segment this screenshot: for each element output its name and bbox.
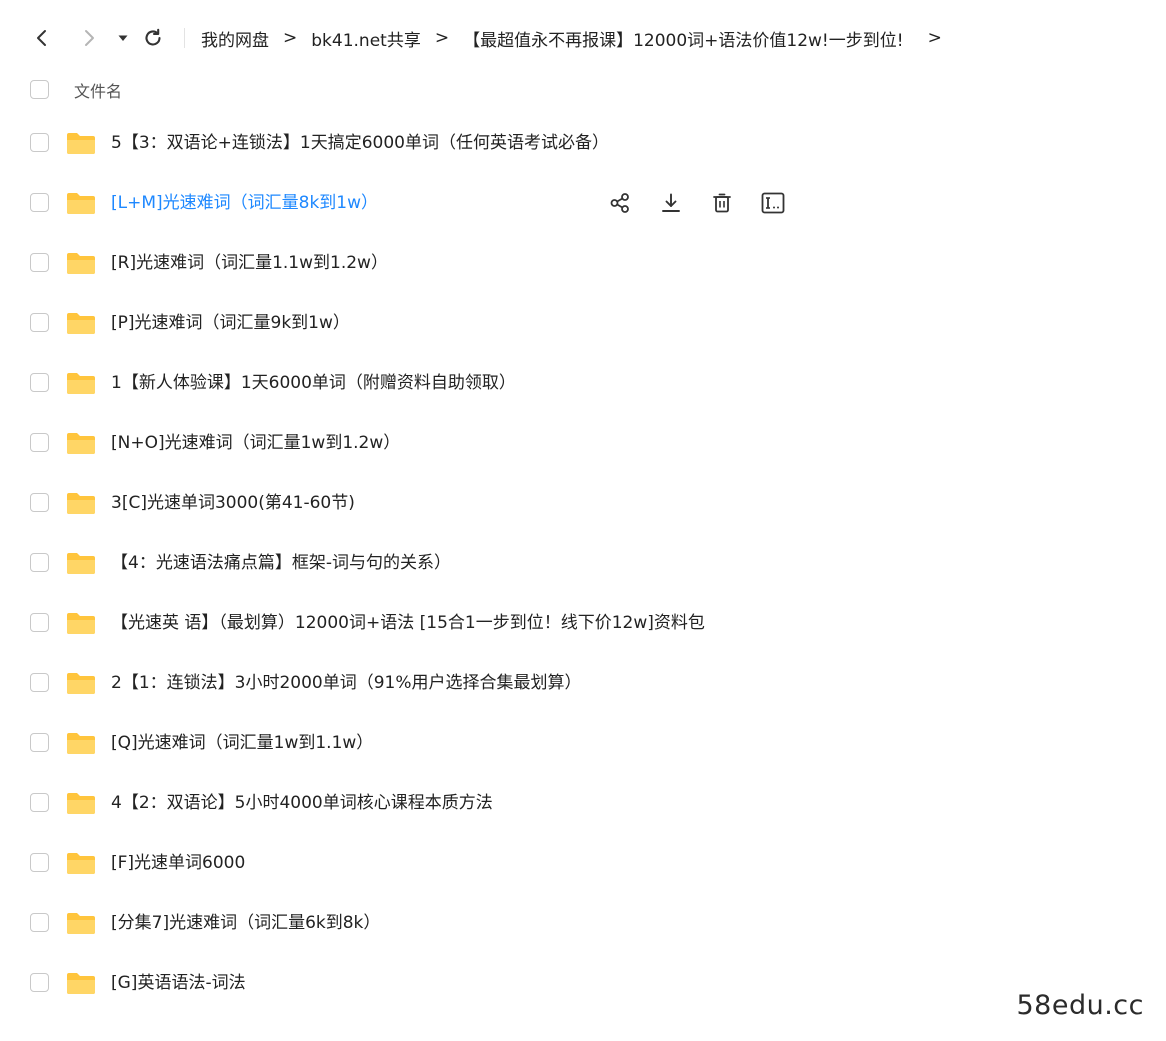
list-header: 文件名 [0,68,1166,112]
row-checkbox[interactable] [30,853,49,872]
folder-icon [66,491,96,515]
list-item[interactable]: [Q]光速难词（词汇量1w到1.1w） [0,713,1166,773]
list-item[interactable]: 【4：光速语法痛点篇】框架-词与句的关系） [0,533,1166,593]
folder-icon [66,851,96,875]
folder-icon [66,251,96,275]
folder-icon [66,671,96,695]
list-item[interactable]: [N+O]光速难词（词汇量1w到1.2w） [0,413,1166,473]
file-list: 5【3：双语论+连锁法】1天搞定6000单词（任何英语考试必备） [L+M]光速… [0,113,1166,1013]
row-checkbox[interactable] [30,193,49,212]
row-checkbox[interactable] [30,433,49,452]
row-checkbox[interactable] [30,613,49,632]
file-name[interactable]: 2【1：连锁法】3小时2000单词（91%用户选择合集最划算） [111,653,582,713]
file-name[interactable]: 5【3：双语论+连锁法】1天搞定6000单词（任何英语考试必备） [111,113,609,173]
file-name[interactable]: [F]光速单词6000 [111,833,245,893]
row-actions [606,190,787,216]
file-name[interactable]: [L+M]光速难词（词汇量8k到1w） [111,173,378,233]
chevron-right-icon [85,30,94,46]
breadcrumb-item-share[interactable]: bk41.net共享 [311,26,421,51]
row-checkbox[interactable] [30,793,49,812]
list-item[interactable]: 4【2：双语论】5小时4000单词核心课程本质方法 [0,773,1166,833]
trash-icon [713,193,731,213]
folder-icon [66,791,96,815]
rename-button[interactable] [759,190,787,216]
file-name[interactable]: [R]光速难词（词汇量1.1w到1.2w） [111,233,388,293]
row-checkbox[interactable] [30,493,49,512]
select-all-checkbox[interactable] [30,80,49,99]
row-checkbox[interactable] [30,913,49,932]
folder-icon [66,131,96,155]
list-item[interactable]: [R]光速难词（词汇量1.1w到1.2w） [0,233,1166,293]
breadcrumb-separator: > [283,28,298,48]
file-name[interactable]: [G]英语语法-词法 [111,953,246,1013]
refresh-icon [145,28,161,46]
folder-icon [66,731,96,755]
breadcrumb-item-current[interactable]: 【最超值永不再报课】12000词+语法价值12w!一步到位! [463,26,904,51]
file-name[interactable]: [Q]光速难词（词汇量1w到1.1w） [111,713,373,773]
file-name[interactable]: [P]光速难词（词汇量9k到1w） [111,293,350,353]
file-name[interactable]: 【光速英 语】（最划算）12000词+语法 [15合1一步到位！线下价12w]资… [111,593,705,653]
breadcrumb-separator: > [434,28,450,48]
folder-icon [66,611,96,635]
list-item[interactable]: 【光速英 语】（最划算）12000词+语法 [15合1一步到位！线下价12w]资… [0,593,1166,653]
breadcrumb-expand-separator[interactable]: > [928,28,942,48]
watermark-text: 58edu.cc [1016,990,1144,1021]
file-name[interactable]: [分集7]光速难词（词汇量6k到8k） [111,893,380,953]
file-name[interactable]: 4【2：双语论】5小时4000单词核心课程本质方法 [111,773,493,833]
toolbar: 我的网盘 > bk41.net共享 > 【最超值永不再报课】12000词+语法价… [0,14,1166,62]
forward-button[interactable] [74,14,104,62]
share-button[interactable] [606,190,634,216]
caret-down-icon [118,35,128,41]
file-name[interactable]: 3[C]光速单词3000(第41-60节) [111,473,355,533]
row-checkbox[interactable] [30,553,49,572]
rename-icon [761,192,785,214]
folder-icon [66,371,96,395]
list-item[interactable]: [G]英语语法-词法 [0,953,1166,1013]
file-name[interactable]: 【4：光速语法痛点篇】框架-词与句的关系） [111,533,451,593]
folder-icon [66,911,96,935]
file-browser: 我的网盘 > bk41.net共享 > 【最超值永不再报课】12000词+语法价… [0,0,1166,1041]
breadcrumb: 我的网盘 > bk41.net共享 > 【最超值永不再报课】12000词+语法价… [201,14,956,62]
toolbar-divider [184,28,185,48]
file-name[interactable]: [N+O]光速难词（词汇量1w到1.2w） [111,413,400,473]
row-checkbox[interactable] [30,373,49,392]
folder-icon [66,431,96,455]
row-checkbox[interactable] [30,313,49,332]
file-name[interactable]: 1【新人体验课】1天6000单词（附赠资料自助领取） [111,353,516,413]
download-icon [662,193,680,212]
row-checkbox[interactable] [30,253,49,272]
delete-button[interactable] [708,190,736,216]
list-item[interactable]: [L+M]光速难词（词汇量8k到1w） [0,173,1166,233]
share-icon [610,193,629,213]
list-item[interactable]: 2【1：连锁法】3小时2000单词（91%用户选择合集最划算） [0,653,1166,713]
folder-icon [66,191,96,215]
list-item[interactable]: [F]光速单词6000 [0,833,1166,893]
breadcrumb-item-root[interactable]: 我的网盘 [201,26,269,51]
refresh-button[interactable] [138,14,168,62]
folder-icon [66,971,96,995]
folder-icon [66,551,96,575]
back-button[interactable] [27,14,57,62]
folder-icon [66,311,96,335]
row-checkbox[interactable] [30,133,49,152]
list-item[interactable]: [分集7]光速难词（词汇量6k到8k） [0,893,1166,953]
row-checkbox[interactable] [30,733,49,752]
chevron-left-icon [37,30,46,46]
list-item[interactable]: 5【3：双语论+连锁法】1天搞定6000单词（任何英语考试必备） [0,113,1166,173]
row-checkbox[interactable] [30,673,49,692]
download-button[interactable] [657,190,685,216]
column-header-filename[interactable]: 文件名 [74,78,122,102]
list-item[interactable]: 1【新人体验课】1天6000单词（附赠资料自助领取） [0,353,1166,413]
row-checkbox[interactable] [30,973,49,992]
history-dropdown-button[interactable] [108,14,138,62]
list-item[interactable]: 3[C]光速单词3000(第41-60节) [0,473,1166,533]
list-item[interactable]: [P]光速难词（词汇量9k到1w） [0,293,1166,353]
